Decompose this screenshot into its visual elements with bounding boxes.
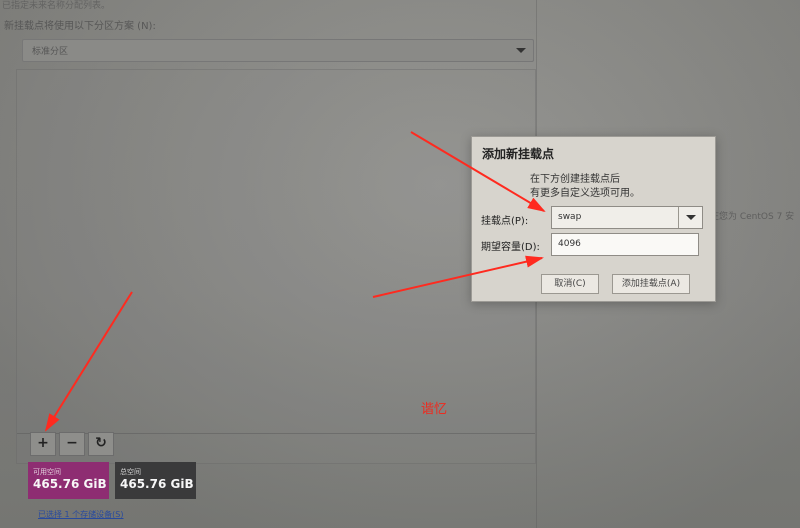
arrow-to-capacity [372, 255, 544, 298]
annotation-note: 谐忆 [421, 402, 448, 417]
arrow-to-add-button [44, 291, 133, 432]
arrow-to-mount-point [410, 131, 546, 213]
red-arrow-annotations [44, 131, 546, 432]
